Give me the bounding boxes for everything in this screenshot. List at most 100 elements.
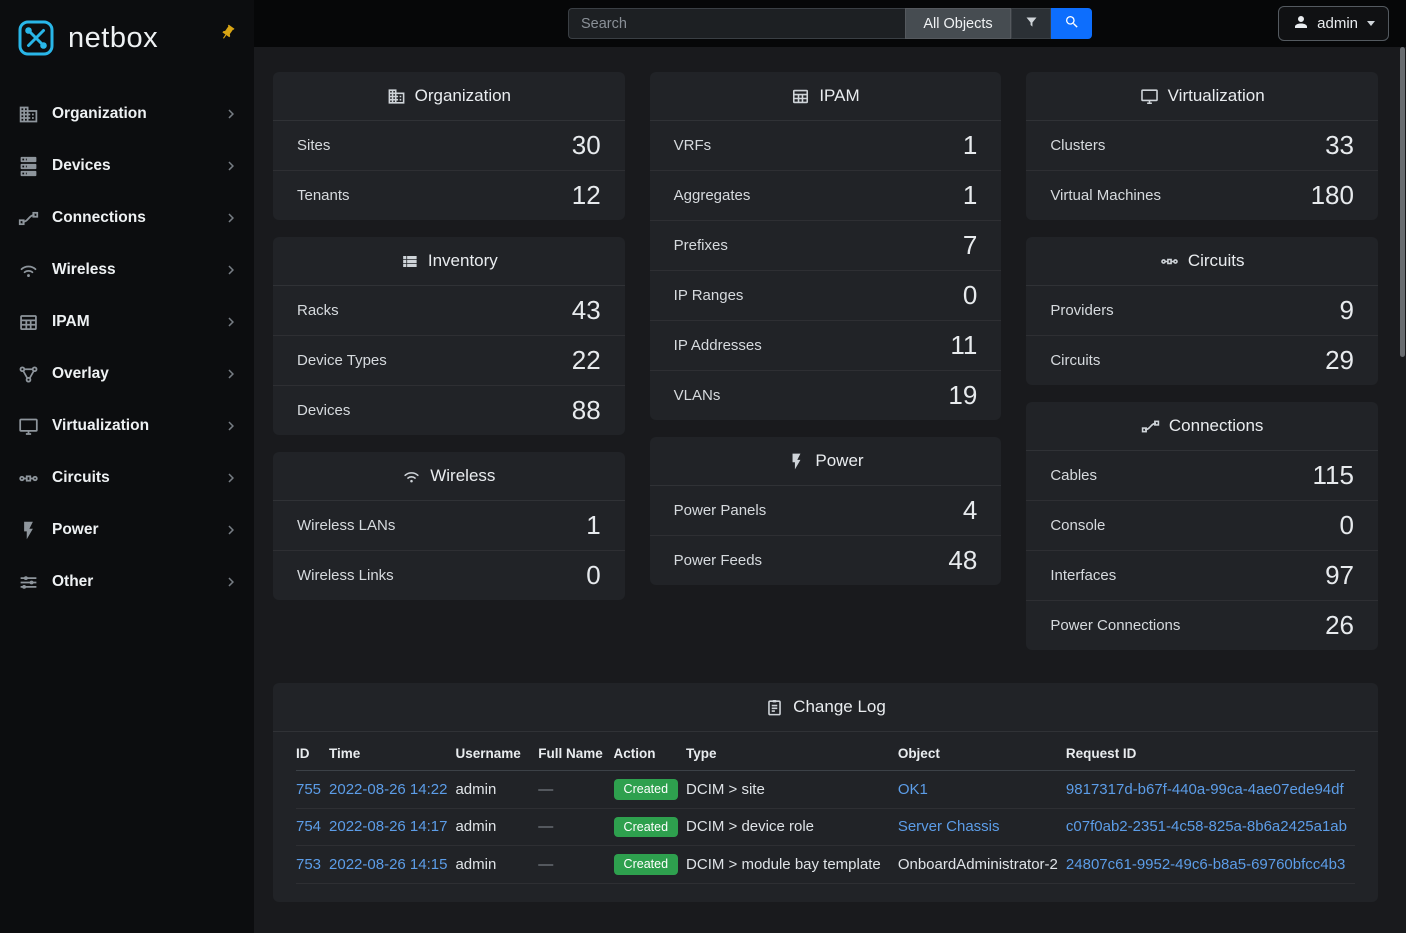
stat-row-prefixes[interactable]: Prefixes 7	[650, 220, 1002, 270]
stat-row-power-feeds[interactable]: Power Feeds 48	[650, 535, 1002, 585]
stat-label[interactable]: Circuits	[1050, 352, 1100, 369]
sidebar-item-label: Overlay	[52, 365, 109, 383]
stat-label[interactable]: Devices	[297, 402, 350, 419]
sidebar-item-label: Connections	[52, 209, 146, 227]
stat-label[interactable]: IP Ranges	[674, 287, 744, 304]
stat-row-sites[interactable]: Sites 30	[273, 121, 625, 170]
stat-row-providers[interactable]: Providers 9	[1026, 286, 1378, 335]
card-title: Virtualization	[1168, 86, 1265, 106]
chevron-right-icon	[222, 469, 240, 487]
changelog-id-link[interactable]: 754	[296, 818, 321, 835]
search-submit-button[interactable]	[1051, 8, 1092, 39]
sidebar-item-wireless[interactable]: Wireless	[0, 244, 254, 296]
stat-label[interactable]: Console	[1050, 517, 1105, 534]
changelog-type: DCIM > site	[686, 781, 765, 798]
card-title: Wireless	[430, 466, 495, 486]
stat-row-clusters[interactable]: Clusters 33	[1026, 121, 1378, 170]
stat-row-power-connections[interactable]: Power Connections 26	[1026, 600, 1378, 650]
stat-value: 1	[963, 180, 977, 211]
column-header-request-id[interactable]: Request ID	[1066, 736, 1355, 771]
pin-sidebar-icon[interactable]	[216, 21, 240, 45]
changelog-request-id-link[interactable]: 9817317d-b67f-440a-99ca-4ae07ede94df	[1066, 781, 1344, 798]
filter-button[interactable]	[1011, 8, 1051, 39]
column-header-username[interactable]: Username	[455, 736, 538, 771]
sidebar-item-overlay[interactable]: Overlay	[0, 348, 254, 400]
stat-label[interactable]: Wireless Links	[297, 567, 394, 584]
sidebar-item-circuits[interactable]: Circuits	[0, 452, 254, 504]
stat-row-tenants[interactable]: Tenants 12	[273, 170, 625, 220]
scrollbar[interactable]	[1398, 0, 1406, 933]
stat-label[interactable]: Racks	[297, 302, 339, 319]
stat-label[interactable]: Cables	[1050, 467, 1097, 484]
sidebar-item-devices[interactable]: Devices	[0, 140, 254, 192]
user-menu-button[interactable]: admin	[1278, 6, 1389, 41]
stat-label[interactable]: Sites	[297, 137, 330, 154]
stat-label[interactable]: Aggregates	[674, 187, 751, 204]
stat-row-wireless-links[interactable]: Wireless Links 0	[273, 550, 625, 600]
sidebar-item-power[interactable]: Power	[0, 504, 254, 556]
stat-label[interactable]: Power Connections	[1050, 617, 1180, 634]
changelog-time-link[interactable]: 2022-08-26 14:15	[329, 856, 447, 873]
changelog-object-link[interactable]: Server Chassis	[898, 818, 1000, 835]
stat-label[interactable]: IP Addresses	[674, 337, 762, 354]
stat-row-vrfs[interactable]: VRFs 1	[650, 121, 1002, 170]
stat-label[interactable]: Power Feeds	[674, 552, 762, 569]
sidebar-item-ipam[interactable]: IPAM	[0, 296, 254, 348]
sidebar-item-virtualization[interactable]: Virtualization	[0, 400, 254, 452]
stat-label[interactable]: Tenants	[297, 187, 350, 204]
stat-row-wireless-lans[interactable]: Wireless LANs 1	[273, 501, 625, 550]
changelog-time-link[interactable]: 2022-08-26 14:22	[329, 781, 447, 798]
stat-label[interactable]: Interfaces	[1050, 567, 1116, 584]
changelog-id-link[interactable]: 753	[296, 856, 321, 873]
sidebar-item-other[interactable]: Other	[0, 556, 254, 608]
stat-label[interactable]: Power Panels	[674, 502, 767, 519]
changelog-full-name: —	[538, 856, 553, 873]
column-header-type[interactable]: Type	[686, 736, 898, 771]
stat-label[interactable]: Providers	[1050, 302, 1113, 319]
stat-row-devices[interactable]: Devices 88	[273, 385, 625, 435]
stat-label[interactable]: Device Types	[297, 352, 387, 369]
stat-row-console[interactable]: Console 0	[1026, 500, 1378, 550]
search-scope-button[interactable]: All Objects	[905, 8, 1011, 39]
changelog-object-link[interactable]: OK1	[898, 781, 928, 798]
stat-label[interactable]: Wireless LANs	[297, 517, 395, 534]
stat-row-circuits[interactable]: Circuits 29	[1026, 335, 1378, 385]
stat-label[interactable]: VLANs	[674, 387, 721, 404]
stat-label[interactable]: Clusters	[1050, 137, 1105, 154]
building-icon	[18, 104, 39, 125]
sidebar-item-organization[interactable]: Organization	[0, 88, 254, 140]
sidebar-item-label: IPAM	[52, 313, 90, 331]
graph-icon	[18, 364, 39, 385]
brand-header[interactable]: netbox	[0, 0, 254, 74]
stat-label[interactable]: Virtual Machines	[1050, 187, 1161, 204]
stat-row-aggregates[interactable]: Aggregates 1	[650, 170, 1002, 220]
changelog-time-link[interactable]: 2022-08-26 14:17	[329, 818, 447, 835]
column-header-full-name[interactable]: Full Name	[538, 736, 613, 771]
stat-row-vlans[interactable]: VLANs 19	[650, 370, 1002, 420]
changelog-request-id-link[interactable]: c07f0ab2-2351-4c58-825a-8b6a2425a1ab	[1066, 818, 1347, 835]
stat-row-racks[interactable]: Racks 43	[273, 286, 625, 335]
sidebar-nav: Organization Devices Connections	[0, 88, 254, 608]
column-header-id[interactable]: ID	[296, 736, 329, 771]
stat-row-ip-ranges[interactable]: IP Ranges 0	[650, 270, 1002, 320]
search-input[interactable]	[568, 8, 905, 39]
changelog-id-link[interactable]: 755	[296, 781, 321, 798]
changelog-full-name: —	[538, 818, 553, 835]
stat-row-interfaces[interactable]: Interfaces 97	[1026, 550, 1378, 600]
netbox-logo-icon	[14, 16, 58, 60]
column-header-object[interactable]: Object	[898, 736, 1066, 771]
lightning-icon	[18, 520, 39, 541]
scrollbar-thumb[interactable]	[1400, 47, 1405, 357]
stat-row-ip-addresses[interactable]: IP Addresses 11	[650, 320, 1002, 370]
stat-row-virtual-machines[interactable]: Virtual Machines 180	[1026, 170, 1378, 220]
card-title: IPAM	[819, 86, 859, 106]
changelog-request-id-link[interactable]: 24807c61-9952-49c6-b8a5-69760bfcc4b3	[1066, 856, 1345, 873]
stat-row-power-panels[interactable]: Power Panels 4	[650, 486, 1002, 535]
column-header-action[interactable]: Action	[614, 736, 686, 771]
stat-row-device-types[interactable]: Device Types 22	[273, 335, 625, 385]
stat-label[interactable]: VRFs	[674, 137, 712, 154]
stat-row-cables[interactable]: Cables 115	[1026, 451, 1378, 500]
sidebar-item-connections[interactable]: Connections	[0, 192, 254, 244]
stat-label[interactable]: Prefixes	[674, 237, 728, 254]
column-header-time[interactable]: Time	[329, 736, 455, 771]
